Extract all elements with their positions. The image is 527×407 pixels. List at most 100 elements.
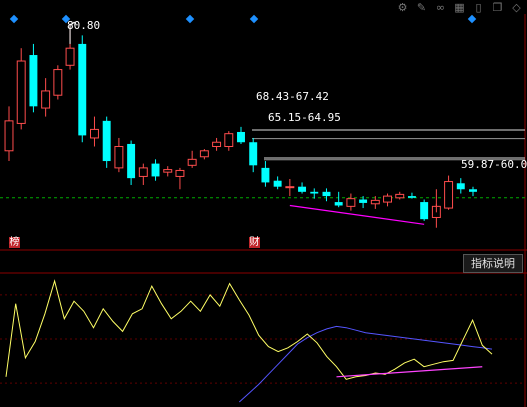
candle-body [407, 196, 416, 198]
candle-body [444, 181, 454, 209]
candle [151, 159, 160, 181]
price-divergence-line [289, 204, 425, 225]
candle [175, 167, 185, 190]
candle [102, 116, 111, 168]
candle [138, 163, 148, 185]
copy-icon[interactable]: ❐ [491, 1, 504, 14]
candle-body [395, 193, 405, 199]
candle [187, 150, 197, 168]
candle [237, 126, 245, 144]
candle [53, 65, 63, 100]
candle-body [127, 143, 136, 179]
indicator-explain-button[interactable]: 指标说明 [463, 254, 523, 273]
rank-marker[interactable]: 榜 [9, 237, 20, 248]
pen-icon[interactable]: ✎ [415, 1, 428, 14]
candle-body [138, 167, 148, 177]
range-label-1: 68.43-67.42 [256, 90, 329, 103]
candle-body [163, 169, 173, 173]
candle [41, 78, 51, 117]
candle [78, 35, 87, 143]
candle [285, 178, 295, 197]
candle-body [199, 150, 209, 158]
candle-body [237, 131, 245, 143]
candle [199, 149, 209, 160]
candle [16, 48, 26, 130]
candle-body [285, 186, 295, 189]
candle [90, 116, 99, 147]
glasses-icon[interactable]: ∞ [434, 1, 447, 14]
candle-body [187, 158, 197, 166]
candle-body [310, 191, 319, 194]
candle [29, 43, 38, 113]
candle-body [53, 69, 63, 96]
candle-body [175, 169, 185, 177]
candle [322, 188, 331, 202]
candle-body [78, 43, 87, 136]
candle [163, 166, 173, 177]
candle-body [4, 120, 14, 152]
candle [310, 188, 319, 199]
candle-body [16, 60, 26, 124]
price-panel [0, 14, 525, 228]
candle-body [249, 142, 258, 166]
candle [420, 199, 429, 221]
candle-body [212, 141, 222, 148]
candle [212, 137, 222, 151]
candle-body [346, 198, 356, 207]
event-diamond-icon [467, 14, 477, 24]
candle [127, 140, 136, 185]
candle [469, 186, 477, 197]
candle [395, 191, 405, 200]
candle [334, 191, 343, 208]
range-label-2: 65.15-64.95 [268, 111, 341, 124]
candle-body [41, 90, 51, 109]
candle [249, 137, 258, 173]
candle-body [322, 191, 331, 197]
chart-canvas [0, 14, 527, 407]
candle [273, 176, 282, 190]
candle-body [370, 199, 380, 205]
candle [114, 137, 124, 173]
candle [456, 178, 465, 194]
candle [298, 182, 307, 194]
candle-body [469, 189, 477, 192]
candle-body [456, 183, 465, 190]
indicator-panel [0, 279, 525, 403]
candle-body [298, 186, 307, 192]
candle-body [151, 163, 160, 177]
candle-body [102, 120, 111, 162]
high-price-label: 80.80 [67, 19, 101, 32]
phone-icon[interactable]: ▯ [472, 1, 485, 14]
diamond-icon[interactable]: ◇ [510, 1, 523, 14]
candle [224, 131, 234, 151]
candle [4, 106, 14, 162]
candle [383, 193, 392, 207]
candle-body [383, 195, 392, 203]
candle [444, 175, 454, 210]
chart-window: ⚙ ✎ ∞ ▦ ▯ ❐ ◇ 80.80 68.43-67.42 65.15-64… [0, 0, 527, 407]
indicator-divergence-line [336, 366, 483, 378]
candle-body [420, 202, 429, 220]
candle-body [359, 199, 368, 203]
signal-line [238, 325, 493, 403]
event-diamond-icon [9, 14, 19, 24]
finance-marker[interactable]: 财 [249, 237, 260, 248]
toolbar: ⚙ ✎ ∞ ▦ ▯ ❐ ◇ [396, 0, 527, 14]
grid-icon[interactable]: ▦ [453, 1, 466, 14]
candle-body [261, 167, 270, 183]
candle-body [29, 55, 38, 107]
oscillator-line [5, 279, 493, 380]
candle-body [224, 133, 234, 148]
event-diamond-icon [249, 14, 259, 24]
candle-body [334, 202, 343, 206]
gear-icon[interactable]: ⚙ [396, 1, 409, 14]
candle-body [65, 47, 75, 66]
range-label-3: 59.87-60.0 [461, 158, 527, 171]
candle-body [114, 146, 124, 169]
candle [261, 161, 270, 187]
candle [407, 192, 416, 199]
candle-body [273, 180, 282, 187]
candle-body [90, 128, 99, 139]
candle [346, 193, 356, 211]
event-diamond-icon [185, 14, 195, 24]
